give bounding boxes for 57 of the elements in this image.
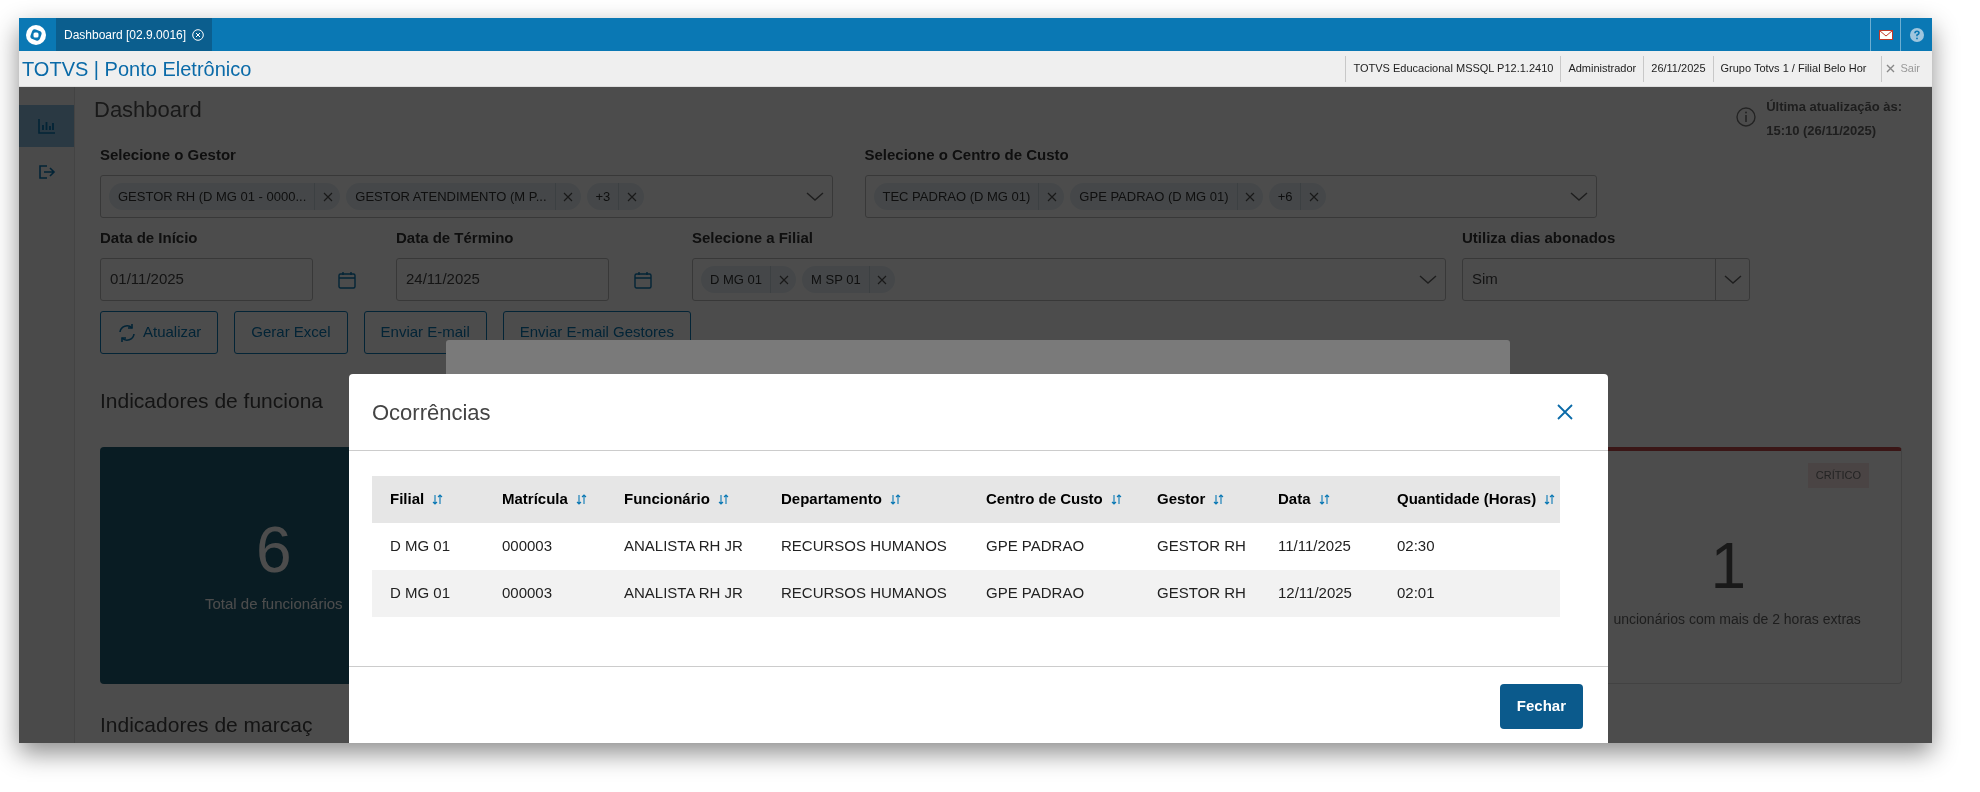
close-icon	[1557, 404, 1573, 420]
mail-button[interactable]	[1870, 18, 1901, 51]
sort-icon	[575, 494, 587, 505]
table-cell-text: GPE PADRAO	[985, 583, 1086, 604]
header-info: Grupo Totvs 1 / Filial Belo Hor	[1712, 55, 1874, 82]
header-info: 26/11/2025	[1643, 55, 1713, 82]
mail-icon	[1878, 29, 1893, 40]
column-header[interactable]: Centro de Custo	[968, 476, 1139, 523]
table-cell-text: 11/11/2025	[1277, 536, 1352, 557]
column-header[interactable]: Departamento	[763, 476, 968, 523]
table-cell-text: GPE PADRAO	[985, 536, 1086, 557]
sort-icon	[717, 494, 729, 505]
field-label: Utiliza dias abonados	[1462, 228, 1617, 248]
table-cell-text: GESTOR RH	[1156, 583, 1247, 604]
sort-icon	[889, 494, 901, 505]
table-cell-text: 000003	[501, 583, 554, 604]
column-header[interactable]: Filial	[372, 476, 484, 523]
table-cell-text: 02:01	[1396, 583, 1436, 604]
sort-icon	[1110, 494, 1122, 505]
column-header[interactable]: Data	[1260, 476, 1379, 523]
field-label: Data de Início	[100, 228, 199, 248]
field-label: Data de Término	[396, 228, 515, 248]
sort-icon	[1213, 494, 1225, 505]
help-icon	[1909, 27, 1924, 42]
card-label: Total de funcionários	[205, 594, 343, 615]
tab[interactable]: Dashboard [02.9.0016]	[56, 18, 213, 51]
table-cell-text: 02:30	[1396, 536, 1436, 557]
table-cell-text: D MG 01	[389, 536, 451, 557]
sort-icon	[432, 494, 444, 505]
app-title: TOTVS | Ponto Eletrônico	[21, 56, 252, 82]
table-cell-text: GESTOR RH	[1156, 536, 1247, 557]
column-header[interactable]: Matrícula	[484, 476, 606, 523]
dialog-title: Ocorrências	[372, 398, 491, 427]
close-icon	[192, 28, 205, 41]
logo-icon	[26, 24, 46, 45]
table-cell-text: ANALISTA RH JR	[623, 536, 744, 557]
header-info: Administrador	[1560, 55, 1644, 82]
section-heading: Indicadores de funciona	[100, 388, 323, 414]
field-label: Selecione o Gestor	[100, 145, 237, 165]
sort-icon	[1544, 494, 1556, 505]
field-label: Selecione o Centro de Custo	[864, 145, 1070, 165]
field-label: Selecione a Filial	[692, 228, 814, 248]
column-header[interactable]: Funcionário	[606, 476, 763, 523]
card-value: 6	[256, 515, 292, 586]
table-cell-text: D MG 01	[389, 583, 451, 604]
table-cell-text: 000003	[501, 536, 554, 557]
column-header[interactable]: Quantidade (Horas)	[1379, 476, 1560, 523]
table-cell-text: RECURSOS HUMANOS	[780, 583, 948, 604]
table-cell-text: ANALISTA RH JR	[623, 583, 744, 604]
column-header[interactable]: Gestor	[1139, 476, 1260, 523]
sort-icon	[1318, 494, 1330, 505]
table-cell-text: RECURSOS HUMANOS	[780, 536, 948, 557]
close-icon	[1886, 64, 1896, 73]
table-cell-text: 12/11/2025	[1277, 583, 1353, 604]
close-dialog-button[interactable]: Fechar	[1499, 684, 1583, 729]
header-info: TOTVS Educacional MSSQL P12.1.2410	[1345, 55, 1561, 82]
section-heading: Indicadores de marcaç	[100, 712, 313, 738]
